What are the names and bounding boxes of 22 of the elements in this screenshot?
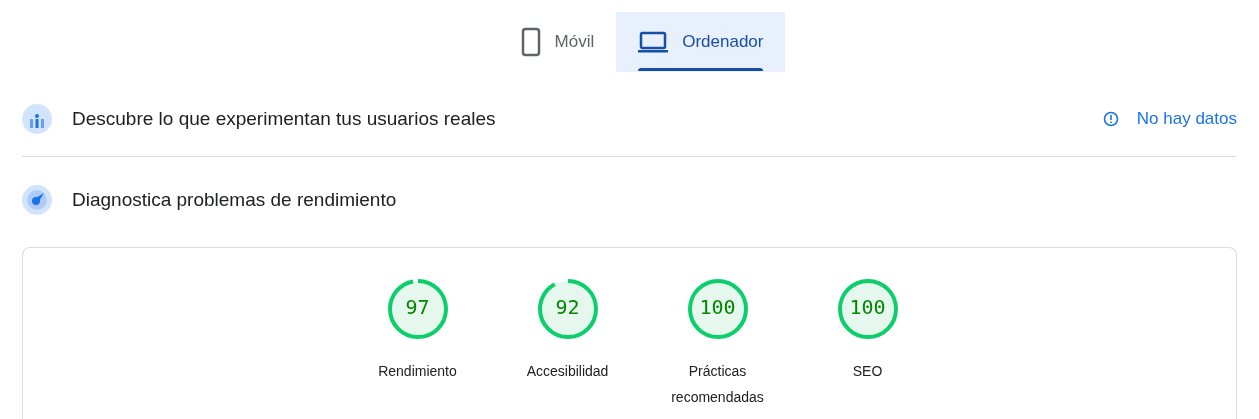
score-label: Prácticas recomendadas bbox=[670, 362, 765, 407]
score-value: 92 bbox=[555, 295, 580, 319]
gauge-icon bbox=[22, 185, 52, 215]
score-gauge bbox=[386, 278, 449, 340]
info-icon bbox=[1102, 111, 1119, 127]
score-label: Rendimiento bbox=[377, 362, 458, 381]
section-title: Diagnostica problemas de rendimiento bbox=[72, 187, 397, 212]
no-data-link[interactable]: No hay datos bbox=[1136, 106, 1237, 132]
phone-icon bbox=[520, 27, 541, 57]
score-value: 100 bbox=[849, 295, 886, 319]
device-tab[interactable]: Móvil bbox=[498, 12, 617, 72]
score-label: SEO bbox=[851, 362, 884, 381]
score-gauge bbox=[836, 278, 899, 340]
section-title: Descubre lo que experimentan tus usuarios reales bbox=[72, 106, 497, 131]
device-tab[interactable]: Ordenador bbox=[616, 12, 786, 72]
score-gauge bbox=[686, 278, 749, 340]
users-chart-icon bbox=[22, 104, 52, 134]
score-label: Accesibilidad bbox=[525, 362, 610, 381]
score-value: 97 bbox=[405, 295, 430, 319]
score-gauge bbox=[536, 278, 599, 340]
laptop-icon bbox=[638, 31, 669, 53]
score-value: 100 bbox=[699, 295, 736, 319]
